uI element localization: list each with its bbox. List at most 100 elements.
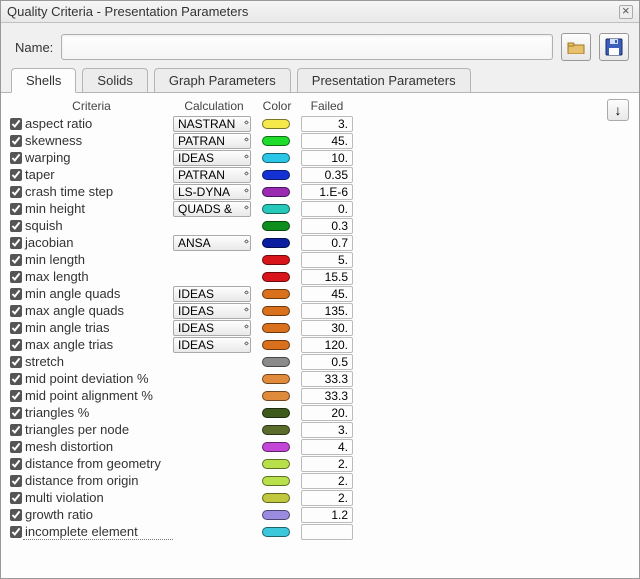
calculation-select[interactable]: NASTRAN <box>173 116 251 132</box>
criteria-checkbox[interactable] <box>10 118 22 130</box>
failed-input[interactable] <box>301 507 353 523</box>
calculation-select[interactable]: IDEAS <box>173 337 251 353</box>
color-cell <box>253 153 299 163</box>
scroll-down-button[interactable]: ↓ <box>607 99 629 121</box>
failed-input[interactable] <box>301 150 353 166</box>
criteria-checkbox[interactable] <box>10 186 22 198</box>
criteria-checkbox[interactable] <box>10 254 22 266</box>
tab-solids[interactable]: Solids <box>82 68 147 92</box>
color-swatch[interactable] <box>262 136 290 146</box>
criteria-checkbox[interactable] <box>10 237 22 249</box>
tab-shells[interactable]: Shells <box>11 68 76 93</box>
calculation-select[interactable]: IDEAS <box>173 286 251 302</box>
color-swatch[interactable] <box>262 493 290 503</box>
calculation-select[interactable]: ANSA <box>173 235 251 251</box>
criteria-checkbox[interactable] <box>10 169 22 181</box>
failed-input[interactable] <box>301 388 353 404</box>
criteria-checkbox[interactable] <box>10 424 22 436</box>
color-swatch[interactable] <box>262 459 290 469</box>
failed-input[interactable] <box>301 252 353 268</box>
color-swatch[interactable] <box>262 391 290 401</box>
color-swatch[interactable] <box>262 187 290 197</box>
criteria-checkbox[interactable] <box>10 509 22 521</box>
color-swatch[interactable] <box>262 255 290 265</box>
criteria-checkbox[interactable] <box>10 458 22 470</box>
criteria-checkbox[interactable] <box>10 288 22 300</box>
tab-graph-parameters[interactable]: Graph Parameters <box>154 68 291 92</box>
color-swatch[interactable] <box>262 238 290 248</box>
tab-presentation-parameters[interactable]: Presentation Parameters <box>297 68 471 92</box>
calculation-select[interactable]: IDEAS <box>173 150 251 166</box>
calculation-select[interactable]: IDEAS <box>173 320 251 336</box>
calculation-select[interactable]: QUADS & <box>173 201 251 217</box>
color-swatch[interactable] <box>262 408 290 418</box>
criteria-checkbox[interactable] <box>10 492 22 504</box>
calculation-select[interactable]: LS-DYNA <box>173 184 251 200</box>
criteria-checkbox[interactable] <box>10 356 22 368</box>
failed-input[interactable] <box>301 405 353 421</box>
failed-input[interactable] <box>301 116 353 132</box>
failed-input[interactable] <box>301 354 353 370</box>
color-swatch[interactable] <box>262 323 290 333</box>
failed-input[interactable] <box>301 490 353 506</box>
color-swatch[interactable] <box>262 221 290 231</box>
color-swatch[interactable] <box>262 289 290 299</box>
color-swatch[interactable] <box>262 170 290 180</box>
color-cell <box>253 221 299 231</box>
color-swatch[interactable] <box>262 510 290 520</box>
color-swatch[interactable] <box>262 340 290 350</box>
failed-input[interactable] <box>301 303 353 319</box>
failed-input[interactable] <box>301 235 353 251</box>
failed-input[interactable] <box>301 133 353 149</box>
color-swatch[interactable] <box>262 204 290 214</box>
criteria-checkbox[interactable] <box>10 203 22 215</box>
failed-input[interactable] <box>301 320 353 336</box>
criteria-checkbox[interactable] <box>10 220 22 232</box>
color-swatch[interactable] <box>262 476 290 486</box>
color-swatch[interactable] <box>262 527 290 537</box>
criteria-checkbox[interactable] <box>10 475 22 487</box>
criteria-checkbox[interactable] <box>10 390 22 402</box>
criteria-checkbox[interactable] <box>10 135 22 147</box>
calculation-select[interactable]: IDEAS <box>173 303 251 319</box>
color-swatch[interactable] <box>262 374 290 384</box>
criteria-checkbox[interactable] <box>10 373 22 385</box>
color-swatch[interactable] <box>262 306 290 316</box>
criteria-checkbox[interactable] <box>10 152 22 164</box>
calculation-select[interactable]: PATRAN <box>173 133 251 149</box>
criteria-checkbox[interactable] <box>10 322 22 334</box>
failed-input[interactable] <box>301 473 353 489</box>
color-swatch[interactable] <box>262 153 290 163</box>
color-swatch[interactable] <box>262 357 290 367</box>
color-swatch[interactable] <box>262 425 290 435</box>
close-icon[interactable] <box>619 5 633 19</box>
save-button[interactable] <box>599 33 629 61</box>
failed-input[interactable] <box>301 439 353 455</box>
criteria-checkbox[interactable] <box>10 339 22 351</box>
criteria-checkbox[interactable] <box>10 526 22 538</box>
criteria-label: crash time step <box>23 184 173 199</box>
criteria-checkbox[interactable] <box>10 305 22 317</box>
color-swatch[interactable] <box>262 119 290 129</box>
color-cell <box>253 289 299 299</box>
criteria-checkbox[interactable] <box>10 271 22 283</box>
failed-input[interactable] <box>301 286 353 302</box>
failed-input[interactable] <box>301 422 353 438</box>
failed-input[interactable] <box>301 524 353 540</box>
failed-input[interactable] <box>301 201 353 217</box>
criteria-checkbox[interactable] <box>10 441 22 453</box>
color-cell <box>253 136 299 146</box>
failed-input[interactable] <box>301 218 353 234</box>
failed-input[interactable] <box>301 184 353 200</box>
name-input[interactable] <box>61 34 553 60</box>
color-swatch[interactable] <box>262 442 290 452</box>
open-button[interactable] <box>561 33 591 61</box>
failed-input[interactable] <box>301 167 353 183</box>
failed-input[interactable] <box>301 456 353 472</box>
failed-input[interactable] <box>301 269 353 285</box>
failed-input[interactable] <box>301 337 353 353</box>
calculation-select[interactable]: PATRAN <box>173 167 251 183</box>
color-swatch[interactable] <box>262 272 290 282</box>
criteria-checkbox[interactable] <box>10 407 22 419</box>
failed-input[interactable] <box>301 371 353 387</box>
